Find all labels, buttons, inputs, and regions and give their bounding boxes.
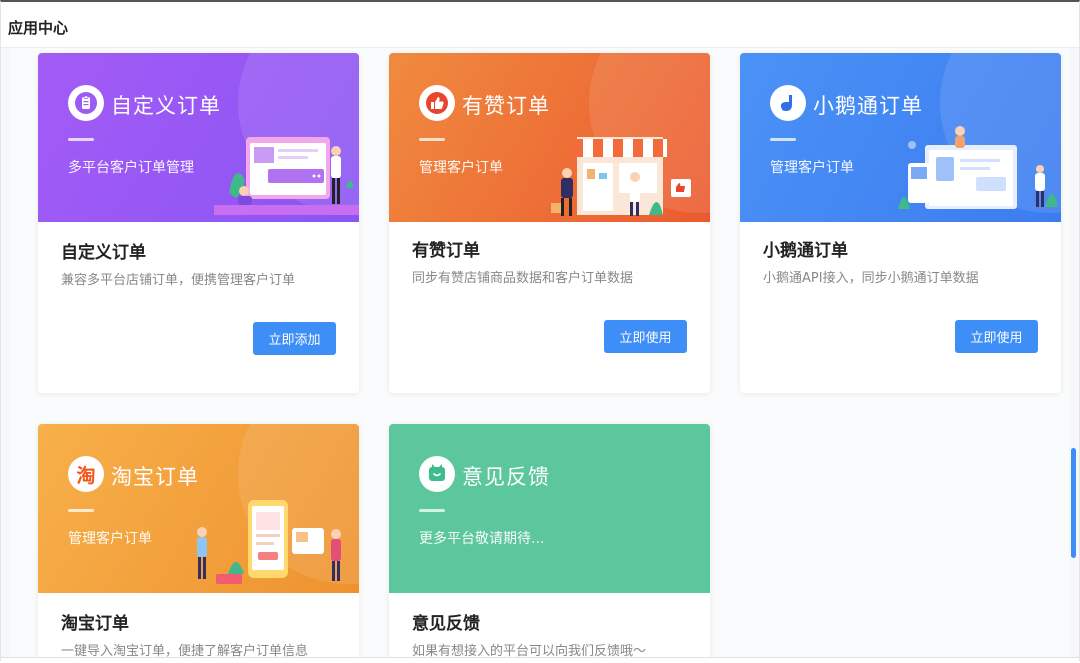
add-button[interactable]: 立即添加 bbox=[253, 322, 336, 355]
banner-youzan-order: 有赞订单 管理客户订单 bbox=[389, 53, 710, 222]
card-description: 同步有赞店铺商品数据和客户订单数据 bbox=[412, 271, 634, 286]
app-card-youzan-order[interactable]: 有赞订单 管理客户订单 有赞订单 同步有赞店铺商品数据和客户订单数据 立即使用 bbox=[389, 53, 710, 393]
banner-taobao-order: 淘 淘宝订单 管理客户订单 bbox=[38, 424, 359, 593]
use-button[interactable]: 立即使用 bbox=[955, 320, 1038, 353]
page-header: 应用中心 bbox=[1, 4, 1079, 48]
banner-custom-order: 自定义订单 多平台客户订单管理 bbox=[38, 53, 359, 222]
app-card-xiaoetong-order[interactable]: 小鹅通订单 管理客户订单 小鹅通订单 小鹅通API接入，同步小鹅通订单数据 立即… bbox=[740, 53, 1061, 393]
app-card-feedback[interactable]: 意见反馈 更多平台敬请期待... 意见反馈 如果有想接入的平台可以向我们反馈哦～ bbox=[389, 424, 710, 658]
card-title: 自定义订单 bbox=[61, 243, 146, 263]
banner-subtitle: 多平台客户订单管理 bbox=[68, 160, 194, 176]
divider bbox=[770, 138, 796, 141]
card-description: 如果有想接入的平台可以向我们反馈哦～ bbox=[412, 644, 647, 658]
card-title: 意见反馈 bbox=[412, 614, 480, 634]
banner-title: 有赞订单 bbox=[462, 94, 550, 118]
banner-feedback: 意见反馈 更多平台敬请期待... bbox=[389, 424, 710, 593]
card-title: 淘宝订单 bbox=[61, 614, 129, 634]
use-button[interactable]: 立即使用 bbox=[604, 320, 687, 353]
thumbs-up-icon bbox=[419, 85, 455, 121]
card-description: 一键导入淘宝订单，便捷了解客户订单信息 bbox=[61, 644, 309, 658]
illustration-storefront bbox=[551, 137, 691, 216]
divider bbox=[68, 509, 94, 512]
card-description: 兼容多平台店铺订单，便携管理客户订单 bbox=[61, 273, 296, 288]
page-title: 应用中心 bbox=[8, 19, 69, 37]
banner-title: 自定义订单 bbox=[111, 94, 221, 118]
taobao-icon: 淘 bbox=[68, 456, 104, 492]
illustration-dashboard bbox=[214, 137, 359, 215]
banner-subtitle: 管理客户订单 bbox=[419, 160, 503, 176]
scrollbar-thumb[interactable] bbox=[1071, 448, 1076, 558]
banner-title: 小鹅通订单 bbox=[813, 94, 923, 118]
banner-xiaoetong-order: 小鹅通订单 管理客户订单 bbox=[740, 53, 1061, 222]
divider bbox=[419, 509, 445, 512]
banner-subtitle: 更多平台敬请期待... bbox=[419, 531, 545, 547]
divider bbox=[419, 138, 445, 141]
card-title: 有赞订单 bbox=[412, 241, 480, 261]
banner-subtitle: 管理客户订单 bbox=[68, 531, 152, 547]
divider bbox=[68, 138, 94, 141]
card-title: 小鹅通订单 bbox=[763, 241, 848, 261]
banner-title: 淘宝订单 bbox=[111, 465, 199, 489]
app-card-taobao-order[interactable]: 淘 淘宝订单 管理客户订单 淘宝订单 一键导入淘宝订单，便捷了解客户订单信息 bbox=[38, 424, 359, 658]
app-grid-area: 自定义订单 多平台客户订单管理 自定义订单 兼容多平台店铺订单，便携管理客户订单… bbox=[1, 48, 1079, 658]
taobao-logo-char: 淘 bbox=[76, 464, 96, 487]
banner-title: 意见反馈 bbox=[462, 465, 550, 489]
goose-icon bbox=[770, 85, 806, 121]
app-grid: 自定义订单 多平台客户订单管理 自定义订单 兼容多平台店铺订单，便携管理客户订单… bbox=[11, 48, 1069, 658]
app-window: 应用中心 自定义订单 多平台客户订单管理 自定义订单 兼容多平台店铺订单，便携管… bbox=[0, 0, 1080, 663]
bottom-edge bbox=[1, 657, 1079, 663]
clipboard-icon bbox=[68, 85, 104, 121]
illustration-shopping-phone bbox=[197, 500, 341, 584]
feedback-icon bbox=[419, 456, 455, 492]
banner-subtitle: 管理客户订单 bbox=[770, 160, 854, 176]
illustration-app-screens bbox=[898, 126, 1058, 209]
card-description: 小鹅通API接入，同步小鹅通订单数据 bbox=[763, 271, 979, 286]
app-card-custom-order[interactable]: 自定义订单 多平台客户订单管理 自定义订单 兼容多平台店铺订单，便携管理客户订单… bbox=[38, 53, 359, 393]
